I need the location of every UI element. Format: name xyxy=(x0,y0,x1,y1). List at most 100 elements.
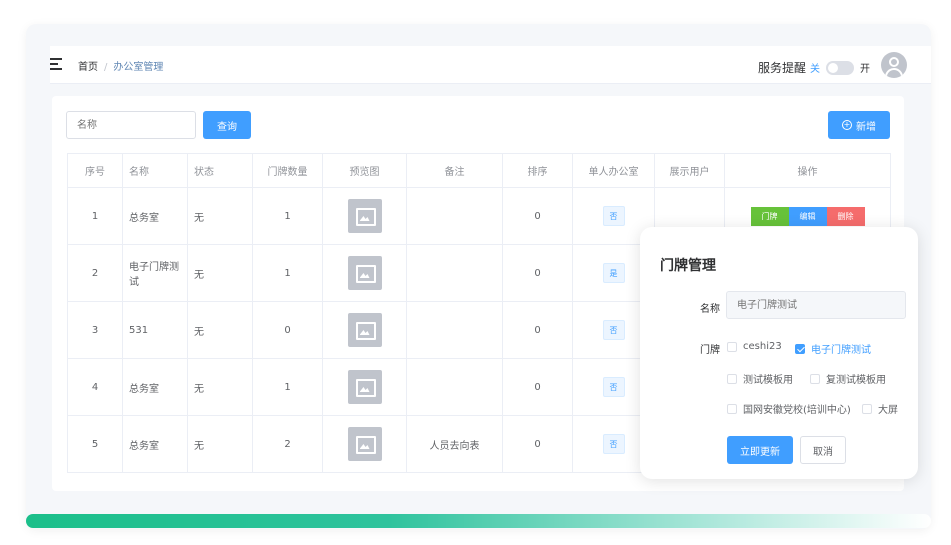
update-button[interactable]: 立即更新 xyxy=(727,436,793,464)
row-preview xyxy=(322,244,407,302)
row-count: 2 xyxy=(252,415,323,473)
row-sort: 0 xyxy=(502,244,573,302)
row-index: 5 xyxy=(67,415,123,473)
single-office-tag: 否 xyxy=(602,206,625,226)
row-preview xyxy=(322,187,407,245)
col-count: 门牌数量 xyxy=(252,153,323,188)
checkbox-label: 复测试模板用 xyxy=(826,375,886,386)
image-placeholder-icon[interactable] xyxy=(347,313,382,347)
col-preview: 预览图 xyxy=(322,153,407,188)
row-index: 2 xyxy=(67,244,123,302)
breadcrumb-current: 办公室管理 xyxy=(113,62,164,73)
checkbox-icon xyxy=(862,403,872,414)
doorplate-button[interactable]: 门牌 xyxy=(750,206,789,226)
checkbox-option[interactable]: 电子门牌测试 xyxy=(795,341,871,356)
row-status: 无 xyxy=(187,358,253,416)
service-on-label: 开 xyxy=(860,64,871,75)
row-count: 1 xyxy=(252,358,323,416)
checkbox-option[interactable]: 国网安徽党校(培训中心) xyxy=(727,401,851,416)
col-status: 状态 xyxy=(187,153,253,188)
row-count: 0 xyxy=(252,301,323,359)
checkbox-option[interactable]: 复测试模板用 xyxy=(810,371,886,386)
doorplate-dialog: 门牌管理 名称 门牌 ceshi23 电子门牌测试 测试模板用 复测试模板用 国… xyxy=(640,227,918,479)
image-placeholder-icon[interactable] xyxy=(347,199,382,233)
row-name: 总务室 xyxy=(122,187,188,245)
row-sort: 0 xyxy=(502,187,573,245)
checkbox-label: 国网安徽党校(培训中心) xyxy=(743,405,851,416)
checkbox-icon xyxy=(810,373,820,384)
service-reminder: 服务提醒 关 开 xyxy=(758,59,870,76)
row-index: 4 xyxy=(67,358,123,416)
col-index: 序号 xyxy=(67,153,123,188)
checkbox-option[interactable]: ceshi23 xyxy=(727,341,782,352)
name-field xyxy=(726,291,906,319)
row-remark xyxy=(406,187,503,245)
image-placeholder-icon[interactable] xyxy=(347,427,382,461)
col-actions: 操作 xyxy=(724,153,891,188)
image-placeholder-icon[interactable] xyxy=(347,370,382,404)
single-office-tag: 否 xyxy=(602,434,625,454)
checkbox-label: 电子门牌测试 xyxy=(811,345,871,356)
row-preview xyxy=(322,415,407,473)
add-button[interactable]: + 新增 xyxy=(828,111,890,139)
breadcrumb: 首页 / 办公室管理 xyxy=(78,58,163,73)
row-name: 总务室 xyxy=(122,415,188,473)
row-sort: 0 xyxy=(502,358,573,416)
row-status: 无 xyxy=(187,187,253,245)
cancel-button[interactable]: 取消 xyxy=(800,436,846,464)
row-remark xyxy=(406,244,503,302)
row-count: 1 xyxy=(252,244,323,302)
checkbox-label: ceshi23 xyxy=(743,341,782,352)
checkbox-icon xyxy=(727,373,737,384)
table-header-row: 序号 名称 状态 门牌数量 预览图 备注 排序 单人办公室 展示用户 操作 xyxy=(67,153,891,188)
checkbox-option[interactable]: 测试模板用 xyxy=(727,371,793,386)
col-remark: 备注 xyxy=(406,153,503,188)
breadcrumb-home[interactable]: 首页 xyxy=(78,62,98,73)
service-reminder-label: 服务提醒 xyxy=(758,61,807,75)
row-preview xyxy=(322,358,407,416)
plus-icon: + xyxy=(842,120,852,130)
doorplate-label: 门牌 xyxy=(700,345,720,356)
add-button-label: 新增 xyxy=(856,121,876,133)
edit-button[interactable]: 编辑 xyxy=(788,206,827,226)
row-count: 1 xyxy=(252,187,323,245)
delete-button[interactable]: 删除 xyxy=(826,206,865,226)
service-off-label: 关 xyxy=(810,64,821,75)
breadcrumb-separator: / xyxy=(104,62,108,73)
row-index: 3 xyxy=(67,301,123,359)
dialog-title: 门牌管理 xyxy=(660,258,716,274)
single-office-tag: 是 xyxy=(602,263,625,283)
checkbox-icon xyxy=(727,341,737,352)
checkbox-label: 大屏 xyxy=(878,405,898,416)
row-status: 无 xyxy=(187,244,253,302)
user-avatar[interactable] xyxy=(881,52,907,78)
col-single: 单人办公室 xyxy=(572,153,655,188)
service-toggle[interactable] xyxy=(826,60,855,75)
menu-collapse-icon[interactable] xyxy=(50,58,62,70)
search-input[interactable] xyxy=(66,111,196,139)
bottom-gradient-bar xyxy=(26,514,931,528)
single-office-tag: 否 xyxy=(602,377,625,397)
row-sort: 0 xyxy=(502,301,573,359)
checkbox-label: 测试模板用 xyxy=(743,375,793,386)
single-office-tag: 否 xyxy=(602,320,625,340)
row-remark: 人员去向表 xyxy=(406,415,503,473)
checkbox-checked-icon xyxy=(795,343,805,354)
row-sort: 0 xyxy=(502,415,573,473)
row-index: 1 xyxy=(67,187,123,245)
row-name: 电子门牌测试 xyxy=(122,244,188,302)
image-placeholder-icon[interactable] xyxy=(347,256,382,290)
screen: 首页/办公室管理 服务提醒 关 开 查询 +新增 序号 名称 状态 门牌数量 预 xyxy=(0,0,951,545)
row-status: 无 xyxy=(187,415,253,473)
name-label: 名称 xyxy=(700,304,720,315)
row-preview xyxy=(322,301,407,359)
query-button[interactable]: 查询 xyxy=(203,111,251,139)
row-name: 531 xyxy=(122,301,188,359)
row-remark xyxy=(406,301,503,359)
checkbox-icon xyxy=(727,403,737,414)
row-name: 总务室 xyxy=(122,358,188,416)
col-sort: 排序 xyxy=(502,153,573,188)
top-header: 首页 / 办公室管理 服务提醒 关 开 xyxy=(50,46,931,84)
col-name: 名称 xyxy=(122,153,188,188)
checkbox-option[interactable]: 大屏 xyxy=(862,401,898,416)
